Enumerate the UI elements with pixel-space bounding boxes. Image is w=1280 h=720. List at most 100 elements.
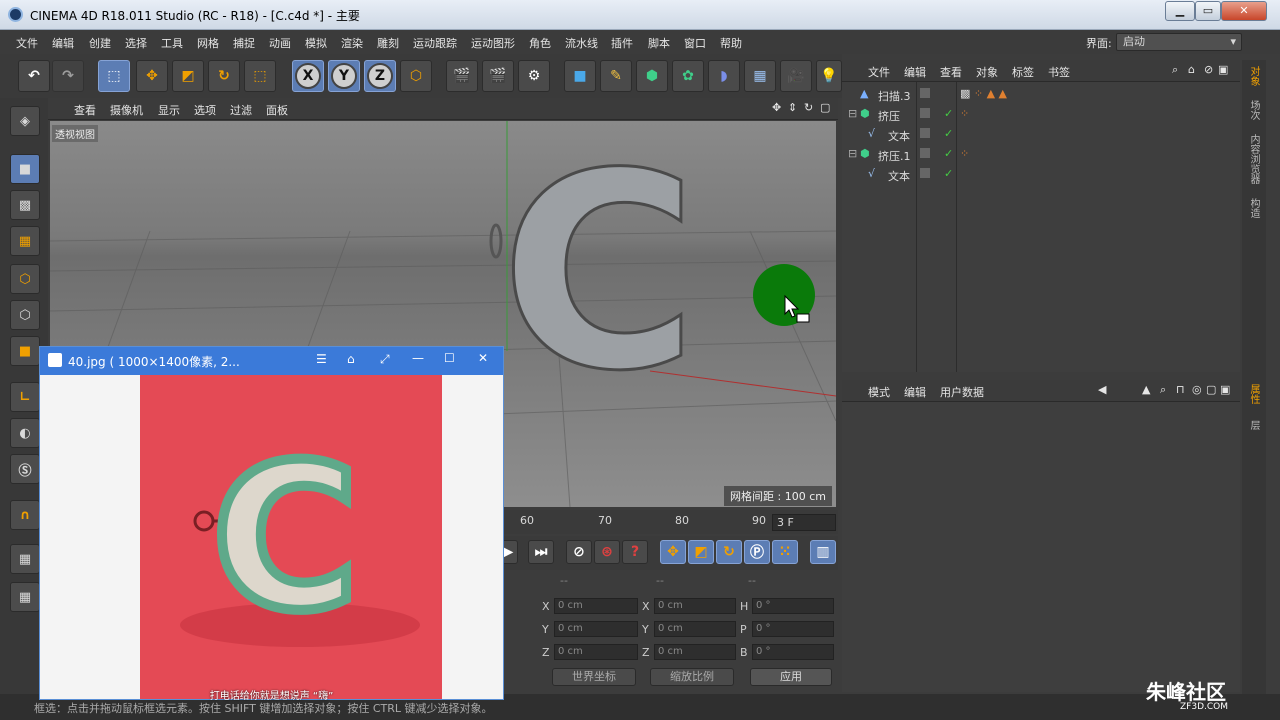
key-scale-button[interactable]: ◩ xyxy=(688,540,714,564)
restore-button[interactable]: ▭ xyxy=(1195,1,1221,21)
subdivision-button[interactable]: ⬢ xyxy=(636,60,668,92)
lock-icon[interactable]: ⊓ xyxy=(1176,383,1185,396)
layout-select[interactable]: 启动 ▾ xyxy=(1116,33,1242,51)
axis-z-button[interactable]: Z xyxy=(364,60,396,92)
pen-button[interactable]: ✎ xyxy=(600,60,632,92)
menu-help[interactable]: 帮助 xyxy=(720,35,742,51)
workplane-button[interactable]: ▦ xyxy=(10,226,40,256)
close-icon[interactable]: ✕ xyxy=(478,351,488,365)
current-frame-field[interactable]: 3 F xyxy=(772,514,836,531)
menu-animate[interactable]: 动画 xyxy=(269,35,291,51)
autokey-button[interactable]: ⊛ xyxy=(594,540,620,564)
target-icon[interactable]: ◎ xyxy=(1192,383,1202,396)
object-row-extrude1[interactable]: ⊟ ⬢ 挤压.1 ✓ ⁘ xyxy=(842,145,1240,165)
tab-structure[interactable]: 构造 xyxy=(1246,198,1261,218)
attribute-menu-user-data[interactable]: 用户数据 xyxy=(940,384,984,400)
solo-mode-button[interactable]: Ⓢ xyxy=(10,454,40,484)
viewport-menu-display[interactable]: 显示 xyxy=(158,102,180,118)
maximize-icon[interactable]: ☐ xyxy=(444,351,455,365)
attribute-menu-edit[interactable]: 编辑 xyxy=(904,384,926,400)
object-menu-bookmarks[interactable]: 书签 xyxy=(1048,64,1070,80)
axis-x-button[interactable]: X xyxy=(292,60,324,92)
object-row-text[interactable]: √ 文本 ✓ xyxy=(842,125,1240,145)
home-icon[interactable]: ⌂ xyxy=(1188,63,1195,76)
viewport-menu-camera[interactable]: 摄像机 xyxy=(110,102,143,118)
make-editable-button[interactable]: ◈ xyxy=(10,106,40,136)
object-menu-objects[interactable]: 对象 xyxy=(976,64,998,80)
viewport-menu-filter[interactable]: 过滤 xyxy=(230,102,252,118)
position-y-field[interactable]: 0 cm xyxy=(554,621,638,637)
menu-mograph[interactable]: 运动图形 xyxy=(471,35,515,51)
go-to-end-button[interactable]: ⏭ xyxy=(528,540,554,564)
scale-mode-select[interactable]: 缩放比例 xyxy=(650,668,734,686)
menu-sculpt[interactable]: 雕刻 xyxy=(377,35,399,51)
tab-layers[interactable]: 层 xyxy=(1246,420,1261,430)
object-menu-view[interactable]: 查看 xyxy=(940,64,962,80)
record-button[interactable]: ⊘ xyxy=(566,540,592,564)
array-button[interactable]: ✿ xyxy=(672,60,704,92)
rotation-b-field[interactable]: 0 ° xyxy=(752,644,834,660)
menu-icon[interactable]: ☰ xyxy=(316,352,327,366)
back-arrow-icon[interactable]: ◀ xyxy=(1098,383,1106,396)
tab-content-browser[interactable]: 内容浏览器 xyxy=(1246,134,1261,184)
minimize-icon[interactable]: — xyxy=(412,351,424,365)
locked-workplane-button[interactable]: ▦ xyxy=(10,582,40,612)
viewport-rotate-icon[interactable]: ↻ xyxy=(804,101,813,114)
object-menu-edit[interactable]: 编辑 xyxy=(904,64,926,80)
render-to-picture-viewer-button[interactable]: 🎬 xyxy=(482,60,514,92)
timeline-window-button[interactable]: ▥ xyxy=(810,540,836,564)
coordinate-system-button[interactable]: ⬡ xyxy=(400,60,432,92)
menu-window[interactable]: 窗口 xyxy=(684,35,706,51)
apply-button[interactable]: 应用 xyxy=(750,668,832,686)
menu-create[interactable]: 创建 xyxy=(89,35,111,51)
camera-button[interactable]: 🎥 xyxy=(780,60,812,92)
menu-snap[interactable]: 捕捉 xyxy=(233,35,255,51)
viewport-menu-options[interactable]: 选项 xyxy=(194,102,216,118)
key-rotation-button[interactable]: ↻ xyxy=(716,540,742,564)
new-view-icon[interactable]: ▢ xyxy=(1206,383,1216,396)
panel-toggle-icon[interactable]: ▣ xyxy=(1218,63,1228,76)
position-z-field[interactable]: 0 cm xyxy=(554,644,638,660)
image-viewer-title-bar[interactable]: 40.jpg ( 1000×1400像素, 2... ☰ ⌂ ⤢ — ☐ ✕ xyxy=(40,347,503,375)
size-x-field[interactable]: 0 cm xyxy=(654,598,736,614)
menu-character[interactable]: 角色 xyxy=(529,35,551,51)
menu-render[interactable]: 渲染 xyxy=(341,35,363,51)
tab-objects[interactable]: 对象 xyxy=(1246,66,1261,86)
snap-button[interactable]: ∩ xyxy=(10,500,40,530)
viewport-maximize-icon[interactable]: ▢ xyxy=(820,101,830,114)
viewport-move-icon[interactable]: ✥ xyxy=(772,101,781,114)
texture-mode-button[interactable]: ▩ xyxy=(10,190,40,220)
position-x-field[interactable]: 0 cm xyxy=(554,598,638,614)
viewport-zoom-icon[interactable]: ⇕ xyxy=(788,101,797,114)
search-icon[interactable]: ⌕ xyxy=(1160,383,1166,397)
axis-mode-button[interactable]: ∟ xyxy=(10,382,40,412)
menu-file[interactable]: 文件 xyxy=(16,35,38,51)
viewport-menu-view[interactable]: 查看 xyxy=(74,102,96,118)
workplane-grid-button[interactable]: ▦ xyxy=(10,544,40,574)
object-row-text[interactable]: √ 文本 ✓ xyxy=(842,165,1240,185)
menu-plugins[interactable]: 插件 xyxy=(611,35,633,51)
key-position-button[interactable]: ✥ xyxy=(660,540,686,564)
light-button[interactable]: 💡 xyxy=(816,60,842,92)
c-letter-object[interactable]: C xyxy=(499,121,700,432)
skin-icon[interactable]: ⌂ xyxy=(347,352,355,366)
object-menu-file[interactable]: 文件 xyxy=(868,64,890,80)
rotate-button[interactable]: ↻ xyxy=(208,60,240,92)
move-button[interactable]: ✥ xyxy=(136,60,168,92)
tab-attributes[interactable]: 属性 xyxy=(1246,384,1261,404)
search-icon[interactable]: ⌕ xyxy=(1172,63,1178,77)
deformer-button[interactable]: ◗ xyxy=(708,60,740,92)
rotation-p-field[interactable]: 0 ° xyxy=(752,621,834,637)
filter-icon[interactable]: ⊘ xyxy=(1204,63,1213,76)
undo-button[interactable]: ↶ xyxy=(18,60,50,92)
viewport-menu-panel[interactable]: 面板 xyxy=(266,102,288,118)
object-menu-tags[interactable]: 标签 xyxy=(1012,64,1034,80)
menu-tools[interactable]: 工具 xyxy=(161,35,183,51)
panel-toggle-icon[interactable]: ▣ xyxy=(1220,383,1230,396)
live-select-button[interactable]: ⬚ xyxy=(98,60,130,92)
close-button[interactable]: ✕ xyxy=(1221,1,1267,21)
size-y-field[interactable]: 0 cm xyxy=(654,621,736,637)
menu-mesh[interactable]: 网格 xyxy=(197,35,219,51)
keyframe-selection-button[interactable]: ? xyxy=(622,540,648,564)
menu-edit[interactable]: 编辑 xyxy=(52,35,74,51)
